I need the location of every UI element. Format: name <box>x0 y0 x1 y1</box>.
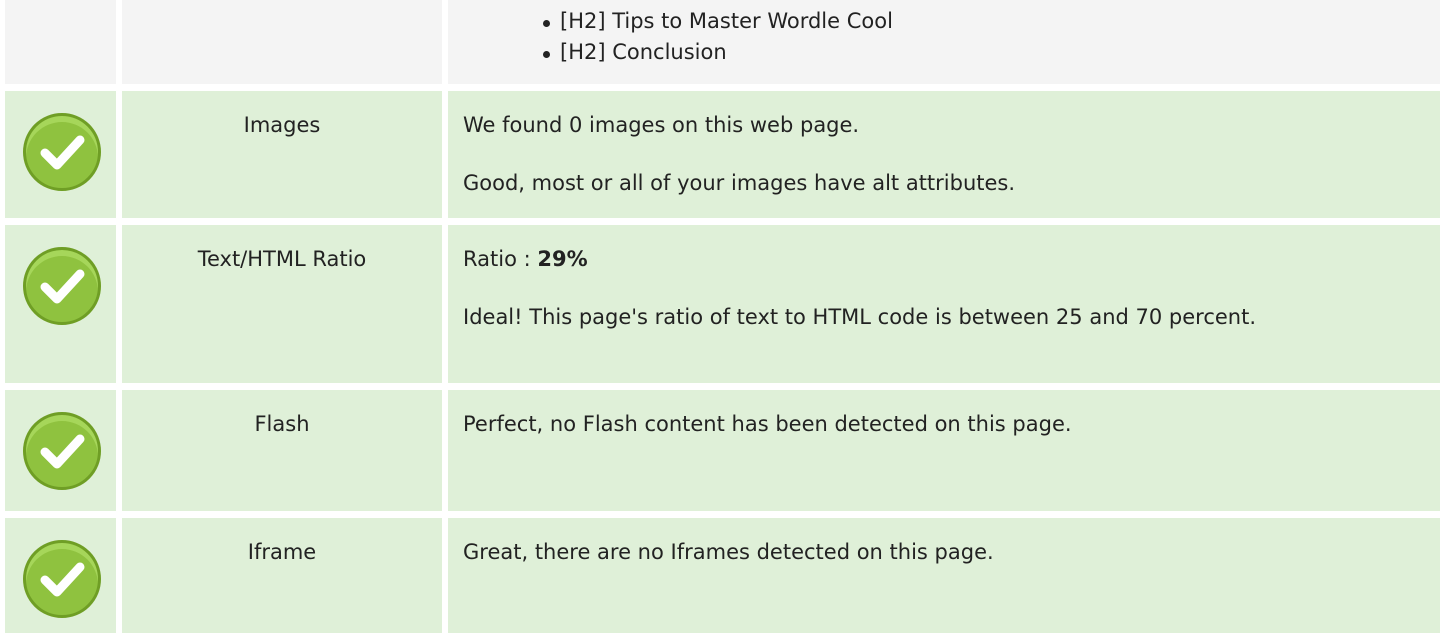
headings-icon-cell <box>5 0 116 84</box>
headings-row: [H2] Tips to Master Wordle Cool [H2] Con… <box>0 0 1446 84</box>
iframe-label: Iframe <box>122 518 442 633</box>
check-circle-icon <box>23 113 101 191</box>
images-row: Images We found 0 images on this web pag… <box>0 91 1446 218</box>
headings-label-cell <box>122 0 442 84</box>
headings-content-cell: [H2] Tips to Master Wordle Cool [H2] Con… <box>448 0 1440 84</box>
ratio-description: Ideal! This page's ratio of text to HTML… <box>463 305 1257 329</box>
images-count-text: We found 0 images on this web page. <box>463 113 860 137</box>
heading-item: [H2] Conclusion <box>541 38 1440 69</box>
headings-list: [H2] Tips to Master Wordle Cool [H2] Con… <box>463 5 1440 69</box>
check-circle-icon <box>23 412 101 490</box>
flash-text: Perfect, no Flash content has been detec… <box>463 412 1072 436</box>
ratio-row: Text/HTML Ratio Ratio : 29% Ideal! This … <box>0 225 1446 383</box>
images-label: Images <box>122 91 442 218</box>
iframe-icon-cell <box>5 518 116 633</box>
flash-label: Flash <box>122 390 442 511</box>
iframe-text: Great, there are no Iframes detected on … <box>463 540 994 564</box>
ratio-value: 29% <box>537 247 588 271</box>
ratio-content: Ratio : 29% Ideal! This page's ratio of … <box>448 225 1440 383</box>
iframe-row: Iframe Great, there are no Iframes detec… <box>0 518 1446 633</box>
ratio-prefix: Ratio : <box>463 247 538 271</box>
heading-item: [H2] Tips to Master Wordle Cool <box>541 7 1440 38</box>
images-alt-text: Good, most or all of your images have al… <box>463 171 1016 195</box>
check-circle-icon <box>23 247 101 325</box>
images-icon-cell <box>5 91 116 218</box>
flash-content: Perfect, no Flash content has been detec… <box>448 390 1440 511</box>
ratio-label: Text/HTML Ratio <box>122 225 442 383</box>
ratio-value-line: Ratio : 29% <box>463 245 1440 274</box>
flash-icon-cell <box>5 390 116 511</box>
ratio-icon-cell <box>5 225 116 383</box>
iframe-content: Great, there are no Iframes detected on … <box>448 518 1440 633</box>
flash-row: Flash Perfect, no Flash content has been… <box>0 390 1446 511</box>
check-circle-icon <box>23 540 101 618</box>
images-content: We found 0 images on this web page. Good… <box>448 91 1440 218</box>
